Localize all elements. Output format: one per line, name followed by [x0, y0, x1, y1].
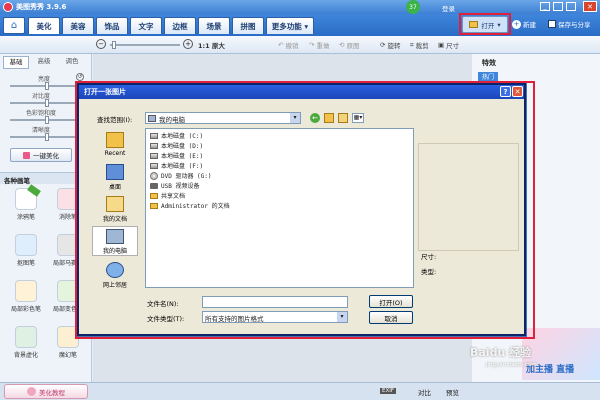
tab-beautify[interactable]: 美化	[28, 17, 60, 34]
magic-wand-icon	[23, 151, 30, 159]
tab-more[interactable]: 更多功能 ▾	[266, 17, 314, 34]
save-icon	[548, 20, 556, 28]
undo-label: 撤销	[285, 42, 299, 50]
zoom-in-icon[interactable]: +	[183, 39, 193, 49]
cutout-brush-label: 抠图笔	[16, 260, 35, 267]
new-button-label: 新建	[523, 21, 536, 29]
login-link[interactable]: 登录	[442, 3, 455, 13]
dialog-highlight	[75, 81, 535, 339]
minimize-icon[interactable]: _	[540, 2, 550, 11]
zoom-label[interactable]: 1:1 原大	[198, 40, 225, 50]
color-brush-button[interactable]: 局部彩色笔	[6, 280, 46, 318]
reset-sliders-icon[interactable]: ↺	[76, 73, 84, 81]
watermark-domain: jingyan.baidu.com	[486, 362, 537, 368]
toolbar: − + 1:1 原大 ↶ 撤销 ↷ 重做 ⟲ 原图 ⟳ 旋转 ⌗ 裁剪 ▣ 尺寸	[0, 36, 600, 54]
contrast-slider[interactable]	[10, 99, 84, 107]
notification-badge[interactable]: 37	[406, 0, 420, 14]
blur-bg-button[interactable]: 背景虚化	[6, 326, 46, 364]
blur-bg-icon	[15, 326, 37, 348]
app-title: 美图秀秀 3.9.6	[16, 3, 67, 11]
watermark-site: Baidu 经验	[470, 346, 532, 359]
redo-icon: ↷	[309, 41, 315, 49]
doodle-brush-label: 涂鸦笔	[16, 214, 35, 221]
subtab-basic[interactable]: 基础	[3, 56, 29, 69]
tutorial-icon	[27, 387, 36, 396]
size-label: 尺寸	[446, 42, 460, 50]
baidu-watermark: Baidu 经验	[470, 344, 531, 360]
effects-title: 特效	[482, 59, 496, 67]
reset-icon: ⟲	[339, 41, 345, 49]
home-button[interactable]: ⌂	[3, 17, 25, 34]
resize-icon: ▣	[438, 41, 445, 49]
status-bar: 美化教程 EXIF 对比 预览	[0, 382, 600, 400]
reset-label: 原图	[346, 42, 360, 50]
color-brush-label: 局部彩色笔	[10, 306, 41, 313]
close-icon[interactable]: ✕	[583, 1, 597, 12]
tab-text[interactable]: 文字	[130, 17, 162, 34]
tutorial-label: 美化教程	[39, 388, 65, 397]
app-logo-icon	[3, 2, 13, 12]
brush-section-title: 各种画笔	[4, 177, 30, 185]
save-share-button[interactable]: 保存与分享	[548, 19, 591, 29]
exif-button[interactable]: EXIF	[380, 388, 397, 394]
open-button-highlight	[459, 13, 511, 35]
undo-icon: ↶	[278, 41, 284, 49]
tab-frame[interactable]: 边框	[164, 17, 196, 34]
title-bar: 美图秀秀 3.9.6 37 登录 _ ✕	[0, 0, 600, 14]
color-brush-icon	[15, 280, 37, 302]
doodle-brush-button[interactable]: 涂鸦笔	[6, 184, 46, 226]
restore-icon[interactable]	[566, 2, 576, 11]
rotate-button[interactable]: ⟳ 旋转	[380, 39, 400, 51]
magic-brush-label: 魔幻笔	[58, 352, 77, 359]
zoom-out-icon[interactable]: −	[96, 39, 106, 49]
saturation-slider[interactable]	[10, 116, 84, 124]
tab-accessories[interactable]: 饰品	[96, 17, 128, 34]
size-button[interactable]: ▣ 尺寸	[438, 39, 459, 51]
tab-scene[interactable]: 场景	[198, 17, 230, 34]
redo-label: 重做	[316, 42, 330, 50]
rotate-icon: ⟳	[380, 41, 386, 49]
blur-bg-label: 背景虚化	[13, 352, 38, 359]
plus-icon: +	[512, 19, 521, 29]
tutorial-button[interactable]: 美化教程	[4, 384, 88, 399]
rotate-label: 旋转	[387, 42, 401, 50]
tab-collage[interactable]: 拼图	[232, 17, 264, 34]
reset-button[interactable]: ⟲ 原图	[339, 39, 359, 51]
subtab-color[interactable]: 调色	[59, 56, 85, 69]
tab-beauty[interactable]: 美容	[62, 17, 94, 34]
crop-label: 裁剪	[415, 42, 429, 50]
cutout-brush-icon	[15, 234, 37, 256]
maximize-icon[interactable]	[553, 2, 563, 11]
saturation-label: 色彩饱和度	[26, 110, 57, 117]
doodle-brush-icon	[15, 184, 41, 210]
undo-button[interactable]: ↶ 撤销	[278, 39, 298, 51]
new-button[interactable]: + 新建	[512, 19, 536, 29]
preview-status-button[interactable]: 预览	[446, 387, 459, 397]
brightness-slider[interactable]	[10, 82, 84, 90]
one-click-beautify-button[interactable]: 一键美化	[10, 148, 72, 162]
cutout-brush-button[interactable]: 抠图笔	[6, 234, 46, 272]
zoom-slider[interactable]	[110, 41, 180, 49]
subtab-advanced[interactable]: 高级	[31, 56, 57, 69]
one-click-beautify-label: 一键美化	[33, 152, 59, 160]
compare-status-button[interactable]: 对比	[418, 387, 431, 397]
redo-button[interactable]: ↷ 重做	[309, 39, 329, 51]
crop-button[interactable]: ⌗ 裁剪	[410, 39, 429, 51]
sharpness-slider[interactable]	[10, 133, 84, 141]
save-button-label: 保存与分享	[558, 21, 591, 29]
crop-icon: ⌗	[410, 40, 414, 49]
